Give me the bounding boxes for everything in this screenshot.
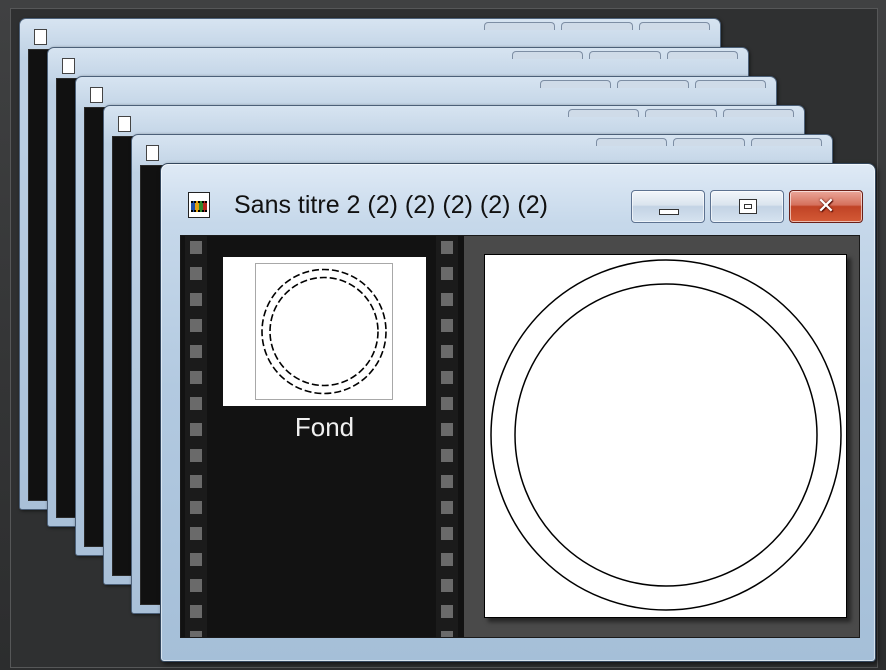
document-icon (90, 87, 103, 103)
window-controls (484, 22, 710, 30)
minimize-button[interactable] (512, 51, 584, 59)
title-bar[interactable]: Sans titre 2 (2) (2) (2) (2) (2) ✕ (161, 164, 875, 234)
film-sprockets-right (436, 236, 458, 637)
window-controls (596, 138, 822, 146)
close-button[interactable] (722, 109, 794, 117)
window-title: Sans titre 2 (2) (2) (2) (2) (2) (234, 191, 548, 219)
window-controls (568, 109, 794, 117)
document-icon (62, 58, 75, 74)
window-controls (540, 80, 766, 88)
minimize-button[interactable] (596, 138, 668, 146)
document-icon (146, 145, 159, 161)
minimize-button[interactable] (484, 22, 556, 30)
maximize-button[interactable] (589, 51, 661, 59)
layer-thumbnail[interactable] (223, 257, 426, 406)
close-button[interactable]: ✕ (789, 190, 863, 223)
close-icon: ✕ (816, 194, 836, 219)
thumbnail-circles-image (261, 268, 387, 395)
document-icon (34, 29, 47, 45)
close-button[interactable] (750, 138, 822, 146)
window-controls (512, 51, 738, 59)
maximize-icon (739, 199, 757, 214)
minimize-icon (659, 209, 679, 215)
maximize-button[interactable] (561, 22, 633, 30)
film-document-icon[interactable] (188, 192, 210, 218)
close-button[interactable] (694, 80, 766, 88)
close-button[interactable] (666, 51, 738, 59)
minimize-button[interactable] (568, 109, 640, 117)
film-sprockets-left (185, 236, 207, 637)
minimize-button[interactable] (540, 80, 612, 88)
maximize-button[interactable] (673, 138, 745, 146)
canvas-workspace[interactable] (464, 236, 859, 637)
maximize-button[interactable] (645, 109, 717, 117)
window-client: Fond (180, 235, 860, 638)
document-window[interactable]: Sans titre 2 (2) (2) (2) (2) (2) ✕ Fond (160, 163, 876, 662)
canvas-circles-drawing (490, 259, 842, 611)
film-strip-icon (191, 201, 207, 212)
close-button[interactable] (638, 22, 710, 30)
layer-name-label: Fond (294, 412, 355, 442)
drawing-canvas[interactable] (484, 254, 847, 618)
maximize-button[interactable] (710, 190, 784, 223)
maximize-button[interactable] (617, 80, 689, 88)
thumbnail-frame (255, 263, 393, 400)
minimize-button[interactable] (631, 190, 705, 223)
layer-filmstrip-panel[interactable]: Fond (181, 236, 464, 637)
document-icon (118, 116, 131, 132)
